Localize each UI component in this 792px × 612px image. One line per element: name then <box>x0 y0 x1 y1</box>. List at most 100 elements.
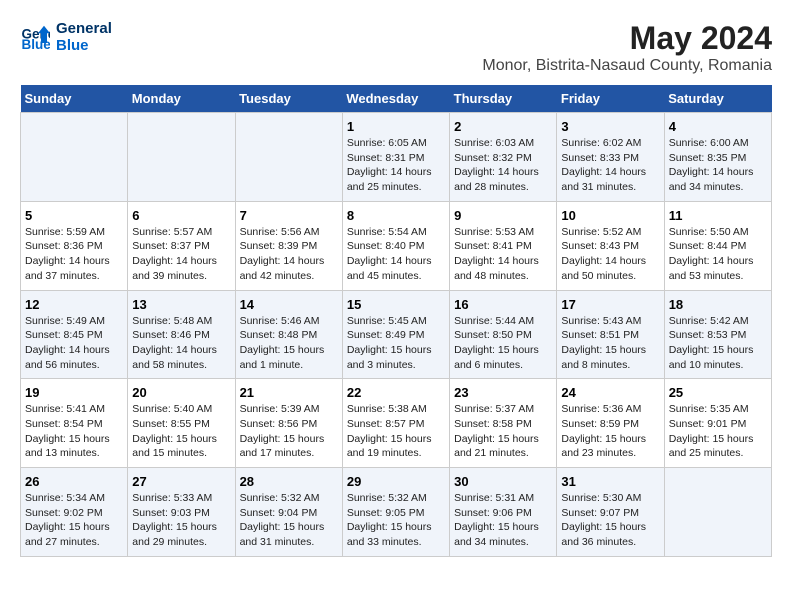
col-header-saturday: Saturday <box>664 85 771 113</box>
day-number: 2 <box>454 119 552 134</box>
title-area: May 2024 Monor, Bistrita-Nasaud County, … <box>482 20 772 75</box>
day-number: 17 <box>561 297 659 312</box>
day-content: Sunrise: 6:05 AM Sunset: 8:31 PM Dayligh… <box>347 136 445 195</box>
day-number: 30 <box>454 474 552 489</box>
week-row-1: 1 Sunrise: 6:05 AM Sunset: 8:31 PM Daylig… <box>21 113 772 202</box>
header-row: SundayMondayTuesdayWednesdayThursdayFrid… <box>21 85 772 113</box>
day-content: Sunrise: 6:02 AM Sunset: 8:33 PM Dayligh… <box>561 136 659 195</box>
week-row-3: 12 Sunrise: 5:49 AM Sunset: 8:45 PM Dayli… <box>21 290 772 379</box>
day-number: 11 <box>669 208 767 223</box>
calendar-cell: 1 Sunrise: 6:05 AM Sunset: 8:31 PM Daylig… <box>342 113 449 202</box>
calendar-cell: 31 Sunrise: 5:30 AM Sunset: 9:07 PM Dayli… <box>557 468 664 557</box>
day-content: Sunrise: 5:57 AM Sunset: 8:37 PM Dayligh… <box>132 225 230 284</box>
day-number: 14 <box>240 297 338 312</box>
day-number: 23 <box>454 385 552 400</box>
day-number: 20 <box>132 385 230 400</box>
logo-icon: General Blue <box>20 22 50 52</box>
calendar-cell: 3 Sunrise: 6:02 AM Sunset: 8:33 PM Daylig… <box>557 113 664 202</box>
day-number: 3 <box>561 119 659 134</box>
day-number: 31 <box>561 474 659 489</box>
day-number: 5 <box>25 208 123 223</box>
day-number: 18 <box>669 297 767 312</box>
calendar-cell: 29Sunrise: 5:32 AM Sunset: 9:05 PM Dayli… <box>342 468 449 557</box>
calendar-cell: 26 Sunrise: 5:34 AM Sunset: 9:02 PM Dayli… <box>21 468 128 557</box>
week-row-2: 5Sunrise: 5:59 AM Sunset: 8:36 PM Daylig… <box>21 201 772 290</box>
logo-line2: Blue <box>56 37 112 54</box>
day-content: Sunrise: 6:03 AM Sunset: 8:32 PM Dayligh… <box>454 136 552 195</box>
calendar-cell: 12 Sunrise: 5:49 AM Sunset: 8:45 PM Dayli… <box>21 290 128 379</box>
col-header-thursday: Thursday <box>450 85 557 113</box>
day-number: 16 <box>454 297 552 312</box>
calendar-cell: 17 Sunrise: 5:43 AM Sunset: 8:51 PM Dayli… <box>557 290 664 379</box>
calendar-cell: 30 Sunrise: 5:31 AM Sunset: 9:06 PM Dayli… <box>450 468 557 557</box>
calendar-cell: 22Sunrise: 5:38 AM Sunset: 8:57 PM Dayli… <box>342 379 449 468</box>
calendar-cell: 20 Sunrise: 5:40 AM Sunset: 8:55 PM Dayli… <box>128 379 235 468</box>
day-content: Sunrise: 5:37 AM Sunset: 8:58 PM Dayligh… <box>454 402 552 461</box>
day-number: 12 <box>25 297 123 312</box>
day-content: Sunrise: 5:49 AM Sunset: 8:45 PM Dayligh… <box>25 314 123 373</box>
calendar-cell: 4Sunrise: 6:00 AM Sunset: 8:35 PM Daylig… <box>664 113 771 202</box>
day-content: Sunrise: 5:56 AM Sunset: 8:39 PM Dayligh… <box>240 225 338 284</box>
day-number: 24 <box>561 385 659 400</box>
calendar-cell: 16 Sunrise: 5:44 AM Sunset: 8:50 PM Dayli… <box>450 290 557 379</box>
day-number: 6 <box>132 208 230 223</box>
calendar-cell <box>21 113 128 202</box>
day-content: Sunrise: 5:34 AM Sunset: 9:02 PM Dayligh… <box>25 491 123 550</box>
day-content: Sunrise: 5:45 AM Sunset: 8:49 PM Dayligh… <box>347 314 445 373</box>
day-content: Sunrise: 5:43 AM Sunset: 8:51 PM Dayligh… <box>561 314 659 373</box>
logo: General Blue General Blue <box>20 20 112 54</box>
day-content: Sunrise: 5:30 AM Sunset: 9:07 PM Dayligh… <box>561 491 659 550</box>
day-content: Sunrise: 5:50 AM Sunset: 8:44 PM Dayligh… <box>669 225 767 284</box>
calendar-cell: 10 Sunrise: 5:52 AM Sunset: 8:43 PM Dayli… <box>557 201 664 290</box>
logo-line1: General <box>56 20 112 37</box>
day-number: 8 <box>347 208 445 223</box>
calendar-cell: 14 Sunrise: 5:46 AM Sunset: 8:48 PM Dayli… <box>235 290 342 379</box>
calendar-cell: 25 Sunrise: 5:35 AM Sunset: 9:01 PM Dayli… <box>664 379 771 468</box>
week-row-5: 26 Sunrise: 5:34 AM Sunset: 9:02 PM Dayli… <box>21 468 772 557</box>
day-content: Sunrise: 5:36 AM Sunset: 8:59 PM Dayligh… <box>561 402 659 461</box>
day-content: Sunrise: 5:39 AM Sunset: 8:56 PM Dayligh… <box>240 402 338 461</box>
day-number: 27 <box>132 474 230 489</box>
day-content: Sunrise: 5:35 AM Sunset: 9:01 PM Dayligh… <box>669 402 767 461</box>
day-content: Sunrise: 5:52 AM Sunset: 8:43 PM Dayligh… <box>561 225 659 284</box>
day-content: Sunrise: 5:40 AM Sunset: 8:55 PM Dayligh… <box>132 402 230 461</box>
day-number: 29 <box>347 474 445 489</box>
day-number: 4 <box>669 119 767 134</box>
day-content: Sunrise: 5:46 AM Sunset: 8:48 PM Dayligh… <box>240 314 338 373</box>
calendar-cell <box>664 468 771 557</box>
calendar-cell: 24 Sunrise: 5:36 AM Sunset: 8:59 PM Dayli… <box>557 379 664 468</box>
day-number: 10 <box>561 208 659 223</box>
week-row-4: 19Sunrise: 5:41 AM Sunset: 8:54 PM Dayli… <box>21 379 772 468</box>
calendar-cell: 9 Sunrise: 5:53 AM Sunset: 8:41 PM Daylig… <box>450 201 557 290</box>
day-number: 26 <box>25 474 123 489</box>
day-content: Sunrise: 5:32 AM Sunset: 9:04 PM Dayligh… <box>240 491 338 550</box>
day-content: Sunrise: 5:31 AM Sunset: 9:06 PM Dayligh… <box>454 491 552 550</box>
calendar-cell: 7Sunrise: 5:56 AM Sunset: 8:39 PM Daylig… <box>235 201 342 290</box>
col-header-wednesday: Wednesday <box>342 85 449 113</box>
day-number: 19 <box>25 385 123 400</box>
header: General Blue General Blue May 2024 Monor… <box>20 20 772 75</box>
day-content: Sunrise: 5:53 AM Sunset: 8:41 PM Dayligh… <box>454 225 552 284</box>
day-number: 25 <box>669 385 767 400</box>
day-number: 13 <box>132 297 230 312</box>
day-content: Sunrise: 5:44 AM Sunset: 8:50 PM Dayligh… <box>454 314 552 373</box>
main-title: May 2024 <box>482 20 772 57</box>
calendar-cell: 2 Sunrise: 6:03 AM Sunset: 8:32 PM Daylig… <box>450 113 557 202</box>
col-header-tuesday: Tuesday <box>235 85 342 113</box>
col-header-friday: Friday <box>557 85 664 113</box>
calendar-cell: 6 Sunrise: 5:57 AM Sunset: 8:37 PM Daylig… <box>128 201 235 290</box>
calendar-cell: 5Sunrise: 5:59 AM Sunset: 8:36 PM Daylig… <box>21 201 128 290</box>
day-content: Sunrise: 5:42 AM Sunset: 8:53 PM Dayligh… <box>669 314 767 373</box>
calendar-cell <box>235 113 342 202</box>
day-content: Sunrise: 5:48 AM Sunset: 8:46 PM Dayligh… <box>132 314 230 373</box>
calendar-cell: 18 Sunrise: 5:42 AM Sunset: 8:53 PM Dayli… <box>664 290 771 379</box>
day-number: 28 <box>240 474 338 489</box>
day-number: 1 <box>347 119 445 134</box>
col-header-sunday: Sunday <box>21 85 128 113</box>
subtitle: Monor, Bistrita-Nasaud County, Romania <box>482 57 772 75</box>
day-number: 15 <box>347 297 445 312</box>
calendar-cell <box>128 113 235 202</box>
day-number: 21 <box>240 385 338 400</box>
day-number: 9 <box>454 208 552 223</box>
day-number: 22 <box>347 385 445 400</box>
